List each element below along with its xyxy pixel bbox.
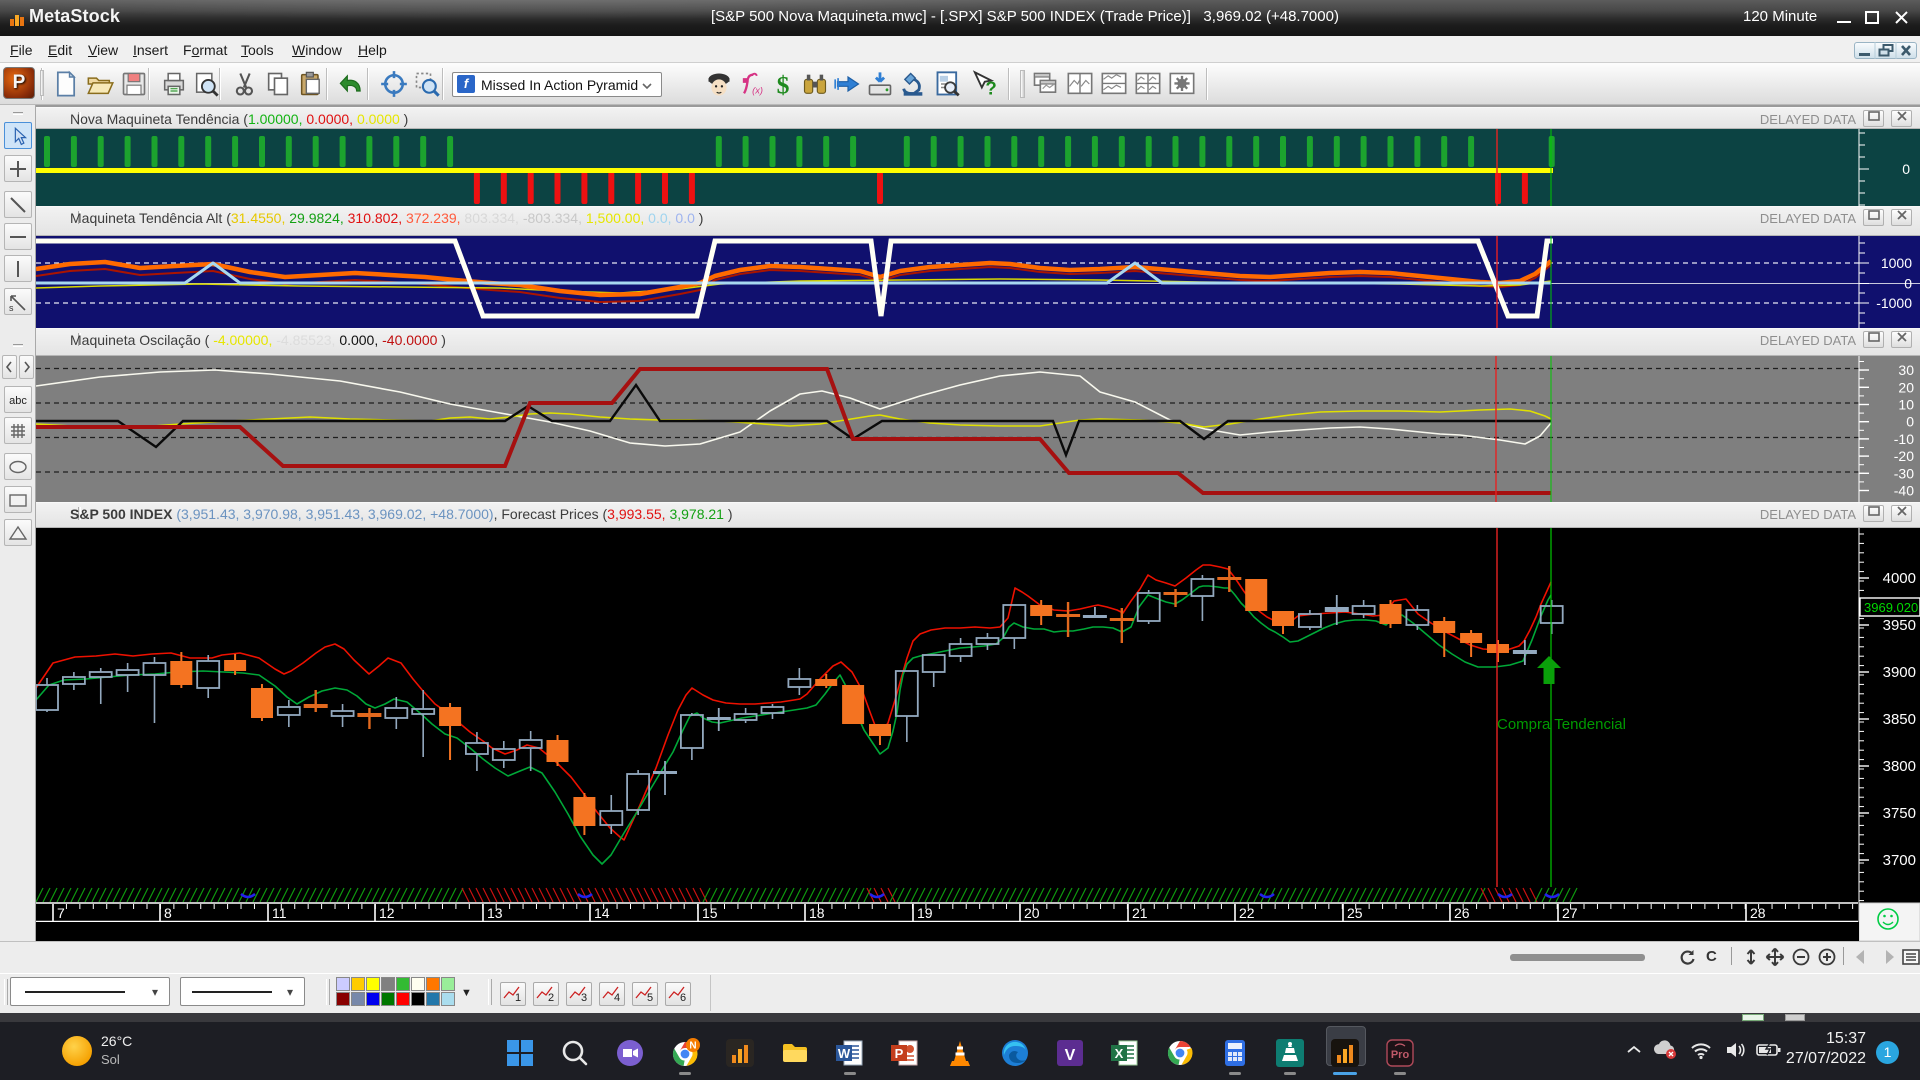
- svg-text:10: 10: [1898, 397, 1914, 413]
- svg-text:X: X: [1115, 1046, 1124, 1061]
- svg-text:P: P: [895, 1046, 904, 1061]
- svg-text:4000: 4000: [1883, 570, 1916, 587]
- svg-text:V: V: [1065, 1047, 1076, 1064]
- svg-text:18: 18: [809, 905, 825, 921]
- svg-text:5: 5: [647, 992, 653, 1004]
- svg-text:1: 1: [515, 992, 521, 1004]
- svg-text:3800: 3800: [1883, 758, 1916, 775]
- svg-text:2: 2: [548, 992, 554, 1004]
- svg-text:11: 11: [272, 905, 287, 921]
- svg-text:22: 22: [1239, 905, 1255, 921]
- svg-text:-1000: -1000: [1876, 295, 1912, 311]
- svg-text:0: 0: [1906, 414, 1914, 430]
- svg-text:15: 15: [702, 905, 718, 921]
- svg-text:N: N: [689, 1041, 696, 1052]
- svg-text:abc: abc: [9, 395, 27, 407]
- svg-text:3700: 3700: [1883, 852, 1916, 869]
- svg-text:3950: 3950: [1883, 617, 1916, 634]
- svg-text:8: 8: [164, 905, 172, 921]
- svg-text:14: 14: [594, 905, 610, 921]
- svg-text:0: 0: [1902, 161, 1910, 177]
- svg-text:4: 4: [614, 992, 620, 1004]
- svg-text:W: W: [838, 1046, 851, 1061]
- svg-text:3900: 3900: [1883, 664, 1916, 681]
- svg-text:28: 28: [1750, 905, 1766, 921]
- svg-text:30: 30: [1898, 362, 1914, 378]
- svg-text:19: 19: [917, 905, 933, 921]
- svg-text:-30: -30: [1894, 465, 1914, 481]
- svg-text:s: s: [9, 303, 14, 313]
- svg-text:20: 20: [1024, 905, 1040, 921]
- svg-text:12: 12: [379, 905, 395, 921]
- svg-text:25: 25: [1347, 905, 1363, 921]
- svg-text:13: 13: [487, 905, 503, 921]
- svg-text:7: 7: [57, 905, 65, 921]
- svg-text:21: 21: [1132, 905, 1148, 921]
- svg-text:3: 3: [581, 992, 587, 1004]
- svg-text:26: 26: [1454, 905, 1470, 921]
- svg-text:-10: -10: [1894, 431, 1914, 447]
- svg-text:Compra Tendencial: Compra Tendencial: [1497, 716, 1626, 733]
- svg-text:27: 27: [1562, 905, 1578, 921]
- svg-text:20: 20: [1898, 379, 1914, 395]
- svg-text:0: 0: [1904, 276, 1912, 292]
- svg-text:-20: -20: [1894, 448, 1914, 464]
- svg-text:1000: 1000: [1881, 255, 1912, 271]
- svg-text:3750: 3750: [1883, 805, 1916, 822]
- svg-text:Pro: Pro: [1391, 1049, 1410, 1061]
- svg-text:6: 6: [680, 992, 686, 1004]
- svg-text:3969.020: 3969.020: [1864, 600, 1918, 615]
- svg-text:-40: -40: [1894, 483, 1914, 499]
- svg-text:3850: 3850: [1883, 711, 1916, 728]
